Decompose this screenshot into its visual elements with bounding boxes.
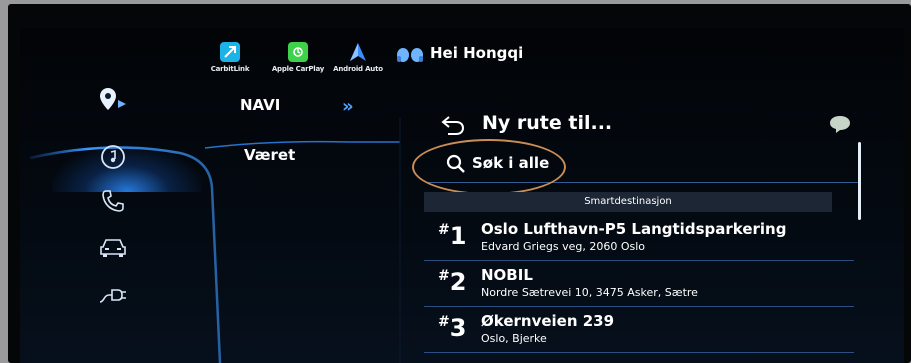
destination-item[interactable]: #3 Økernveien 239 Oslo, Bjerke xyxy=(424,308,854,353)
earbuds-icon xyxy=(395,47,425,67)
app-label: CarbitLink xyxy=(210,65,250,73)
destination-address: Edvard Griegs veg, 2060 Oslo xyxy=(481,240,645,253)
status-bar: CarbitLink Apple CarPlay Android Auto He… xyxy=(20,28,904,88)
destination-name: NOBIL xyxy=(481,266,533,284)
app-label: Android Auto xyxy=(333,65,383,73)
android-auto-icon xyxy=(348,42,368,62)
carbitlink-icon xyxy=(220,42,240,62)
navigation-pin-icon xyxy=(100,88,126,110)
menu-item-weather[interactable]: Været xyxy=(244,146,295,164)
rail-item-navigation[interactable] xyxy=(98,84,128,114)
destination-rank: #2 xyxy=(438,268,467,296)
app-android-auto[interactable]: Android Auto xyxy=(328,42,388,73)
rail-item-charging[interactable] xyxy=(98,280,128,310)
destination-rank: #3 xyxy=(438,314,467,342)
destination-name: Økernveien 239 xyxy=(481,312,615,330)
voice-assistant-button[interactable] xyxy=(828,114,852,138)
highlight-annotation xyxy=(412,139,566,195)
user-greeting: Hei Hongqi xyxy=(430,44,524,62)
destination-address: Oslo, Bjerke xyxy=(481,332,547,345)
destination-address: Nordre Sætrevei 10, 3475 Asker, Sætre xyxy=(481,286,698,299)
car-icon xyxy=(100,239,126,257)
destination-rank: #1 xyxy=(438,222,467,250)
phone-icon xyxy=(102,190,124,212)
speech-bubble-icon xyxy=(830,116,850,133)
destination-item[interactable]: #1 Oslo Lufthavn-P5 Langtidsparkering Ed… xyxy=(424,216,854,261)
apple-carplay-icon xyxy=(288,42,308,62)
infotainment-screen: CarbitLink Apple CarPlay Android Auto He… xyxy=(20,28,904,363)
back-arrow-icon xyxy=(441,116,465,135)
side-rail xyxy=(20,84,220,363)
menu-item-navi[interactable]: NAVI xyxy=(240,96,280,114)
scrollbar[interactable] xyxy=(858,142,861,220)
expand-chevron-icon[interactable]: » xyxy=(342,96,354,117)
rail-item-vehicle[interactable] xyxy=(98,232,128,262)
destination-name: Oslo Lufthavn-P5 Langtidsparkering xyxy=(481,220,787,238)
music-note-icon xyxy=(101,145,125,169)
ev-charging-plug-icon xyxy=(99,289,126,303)
rail-item-music[interactable] xyxy=(98,142,128,172)
destination-item[interactable]: #2 NOBIL Nordre Sætrevei 10, 3475 Asker,… xyxy=(424,262,854,307)
route-panel: Ny rute til... Søk i alle Smartdestinasj… xyxy=(400,84,900,363)
app-label: Apple CarPlay xyxy=(271,65,325,73)
rail-item-phone[interactable] xyxy=(98,186,128,216)
back-button[interactable] xyxy=(440,114,466,140)
app-carbitlink[interactable]: CarbitLink xyxy=(200,42,260,73)
section-header: Smartdestinasjon xyxy=(424,192,832,212)
app-apple-carplay[interactable]: Apple CarPlay xyxy=(268,42,328,73)
page-title: Ny rute til... xyxy=(482,112,613,134)
